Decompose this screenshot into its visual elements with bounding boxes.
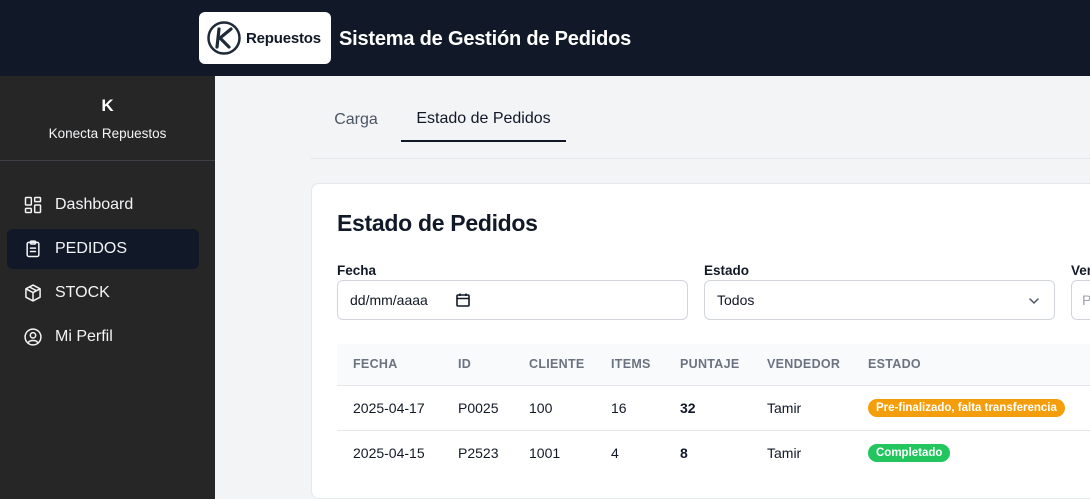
- column-header-id: ID: [458, 357, 472, 372]
- table-row[interactable]: 2025-04-17 P0025 100 16 32 Tamir Pre-fin…: [337, 385, 1090, 430]
- column-header-items: ITEMS: [611, 357, 651, 372]
- cell-puntaje: 32: [680, 399, 696, 416]
- sidebar-item-label: PEDIDOS: [55, 240, 128, 257]
- cell-cliente: 100: [529, 399, 553, 416]
- sidebar-item-dashboard[interactable]: Dashboard: [7, 185, 199, 225]
- sidebar-brand: K Konecta Repuestos: [0, 76, 215, 161]
- sidebar-item-mi-perfil[interactable]: Mi Perfil: [7, 317, 199, 357]
- card-title: Estado de Pedidos: [337, 210, 538, 236]
- table-header-row: FECHA ID CLIENTE ITEMS PUNTAJE VENDEDOR …: [337, 344, 1090, 385]
- vendedor-label: Ven: [1071, 263, 1090, 278]
- tab-bar: Carga Estado de Pedidos: [311, 98, 1090, 159]
- column-header-fecha: FECHA: [353, 357, 398, 372]
- brand-name: Konecta Repuestos: [48, 126, 167, 141]
- column-header-cliente: CLIENTE: [529, 357, 585, 372]
- brand-initial: K: [101, 96, 114, 115]
- clipboard-icon: [26, 240, 40, 258]
- cell-estado: Completado: [852, 430, 1090, 475]
- app-title: Sistema de Gestión de Pedidos: [339, 28, 632, 50]
- cell-vendedor: Tamir: [767, 444, 802, 461]
- column-header-puntaje: PUNTAJE: [680, 357, 740, 372]
- orders-card: Estado de Pedidos Fecha dd/mm/aaaa Estad…: [311, 183, 1090, 499]
- table-row[interactable]: 2025-04-15 P2523 1001 4 8 Tamir Completa…: [337, 430, 1090, 475]
- cell-fecha: 2025-04-15: [353, 444, 425, 461]
- cell-vendedor: Tamir: [767, 399, 802, 416]
- fecha-date-input[interactable]: dd/mm/aaaa: [337, 280, 688, 320]
- vendedor-placeholder: P: [1082, 292, 1090, 308]
- sidebar-item-pedidos[interactable]: PEDIDOS: [7, 229, 199, 269]
- k-circle-logo-icon: [207, 21, 241, 55]
- cell-id: P2523: [458, 444, 499, 461]
- dashboard-icon: [24, 196, 42, 214]
- sidebar-item-label: Dashboard: [55, 196, 134, 213]
- chevron-down-icon: [1029, 298, 1039, 304]
- column-header-vendedor: VENDEDOR: [767, 357, 841, 372]
- estado-label: Estado: [704, 263, 750, 278]
- cell-id: P0025: [458, 399, 499, 416]
- sidebar-item-label: STOCK: [55, 284, 110, 301]
- tab-carga[interactable]: Carga: [321, 98, 391, 142]
- orders-table: FECHA ID CLIENTE ITEMS PUNTAJE VENDEDOR …: [337, 344, 1090, 475]
- cell-cliente: 1001: [529, 444, 561, 461]
- vendedor-input[interactable]: P: [1071, 280, 1090, 320]
- fecha-label: Fecha: [337, 263, 377, 278]
- estado-select[interactable]: Todos: [704, 280, 1055, 320]
- sidebar: K Konecta Repuestos Dashboard PEDIDOS ST…: [0, 76, 215, 499]
- fecha-placeholder: dd/mm/aaaa: [350, 292, 428, 308]
- sidebar-item-label: Mi Perfil: [55, 328, 113, 345]
- status-badge: Pre-finalizado, falta transferencia: [868, 399, 1065, 417]
- tab-estado-de-pedidos[interactable]: Estado de Pedidos: [401, 98, 566, 142]
- calendar-icon[interactable]: [455, 292, 471, 308]
- status-badge: Completado: [868, 444, 951, 463]
- cell-puntaje: 8: [680, 444, 688, 461]
- cell-fecha: 2025-04-17: [353, 399, 425, 416]
- app-logo[interactable]: Repuestos: [199, 12, 331, 64]
- cell-items: 16: [611, 399, 627, 416]
- cell-items: 4: [611, 444, 619, 461]
- logo-text: Repuestos: [246, 29, 321, 47]
- column-header-estado: ESTADO: [868, 357, 921, 372]
- estado-selected-value: Todos: [717, 292, 755, 308]
- cell-estado: Pre-finalizado, falta transferencia: [852, 385, 1090, 430]
- user-circle-icon: [24, 328, 42, 346]
- box-icon: [25, 284, 41, 302]
- sidebar-item-stock[interactable]: STOCK: [7, 273, 199, 313]
- top-header: Repuestos Sistema de Gestión de Pedidos: [0, 0, 1090, 76]
